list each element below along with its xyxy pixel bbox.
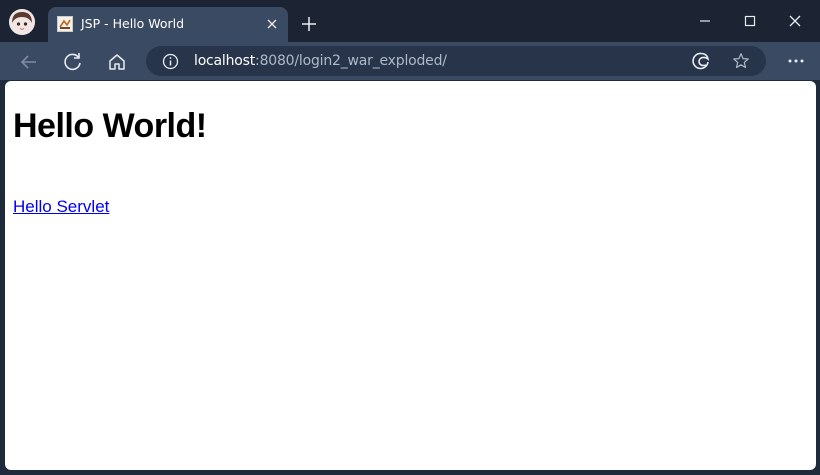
close-icon [789, 15, 801, 27]
url-path: :8080/login2_war_exploded/ [255, 53, 447, 69]
home-icon [109, 54, 125, 70]
plus-icon [302, 17, 316, 31]
star-icon[interactable] [732, 52, 750, 70]
home-button[interactable] [104, 49, 130, 75]
more-icon [788, 59, 804, 63]
reload-button[interactable] [60, 49, 86, 75]
page-viewport: Hello World! Hello Servlet [5, 81, 816, 470]
browser-tab[interactable]: JSP - Hello World [48, 7, 288, 42]
close-icon [267, 19, 277, 29]
minimize-button[interactable] [690, 10, 720, 32]
edge-icon[interactable] [692, 52, 710, 70]
back-arrow-icon [20, 55, 36, 69]
more-button[interactable] [784, 50, 808, 72]
page-heading: Hello World! [13, 107, 207, 145]
browser-titlebar: JSP - Hello World [0, 0, 820, 42]
minimize-icon [700, 20, 710, 22]
info-icon[interactable] [162, 53, 179, 70]
jsp-favicon-icon [57, 16, 73, 32]
maximize-button[interactable] [735, 10, 765, 32]
window-close-button[interactable] [780, 10, 810, 32]
maximize-icon [744, 15, 756, 27]
profile-avatar-icon[interactable] [9, 9, 35, 35]
url-host: localhost [194, 53, 256, 69]
address-bar[interactable]: localhost:8080/login2_war_exploded/ [146, 46, 766, 76]
reload-icon [64, 53, 81, 71]
url-text[interactable]: localhost:8080/login2_war_exploded/ [194, 53, 447, 69]
back-button[interactable] [16, 49, 42, 75]
close-tab-button[interactable] [262, 14, 282, 34]
browser-toolbar: localhost:8080/login2_war_exploded/ [0, 42, 820, 80]
new-tab-button[interactable] [297, 12, 321, 36]
tab-title: JSP - Hello World [81, 16, 185, 31]
hello-servlet-link[interactable]: Hello Servlet [13, 197, 109, 217]
